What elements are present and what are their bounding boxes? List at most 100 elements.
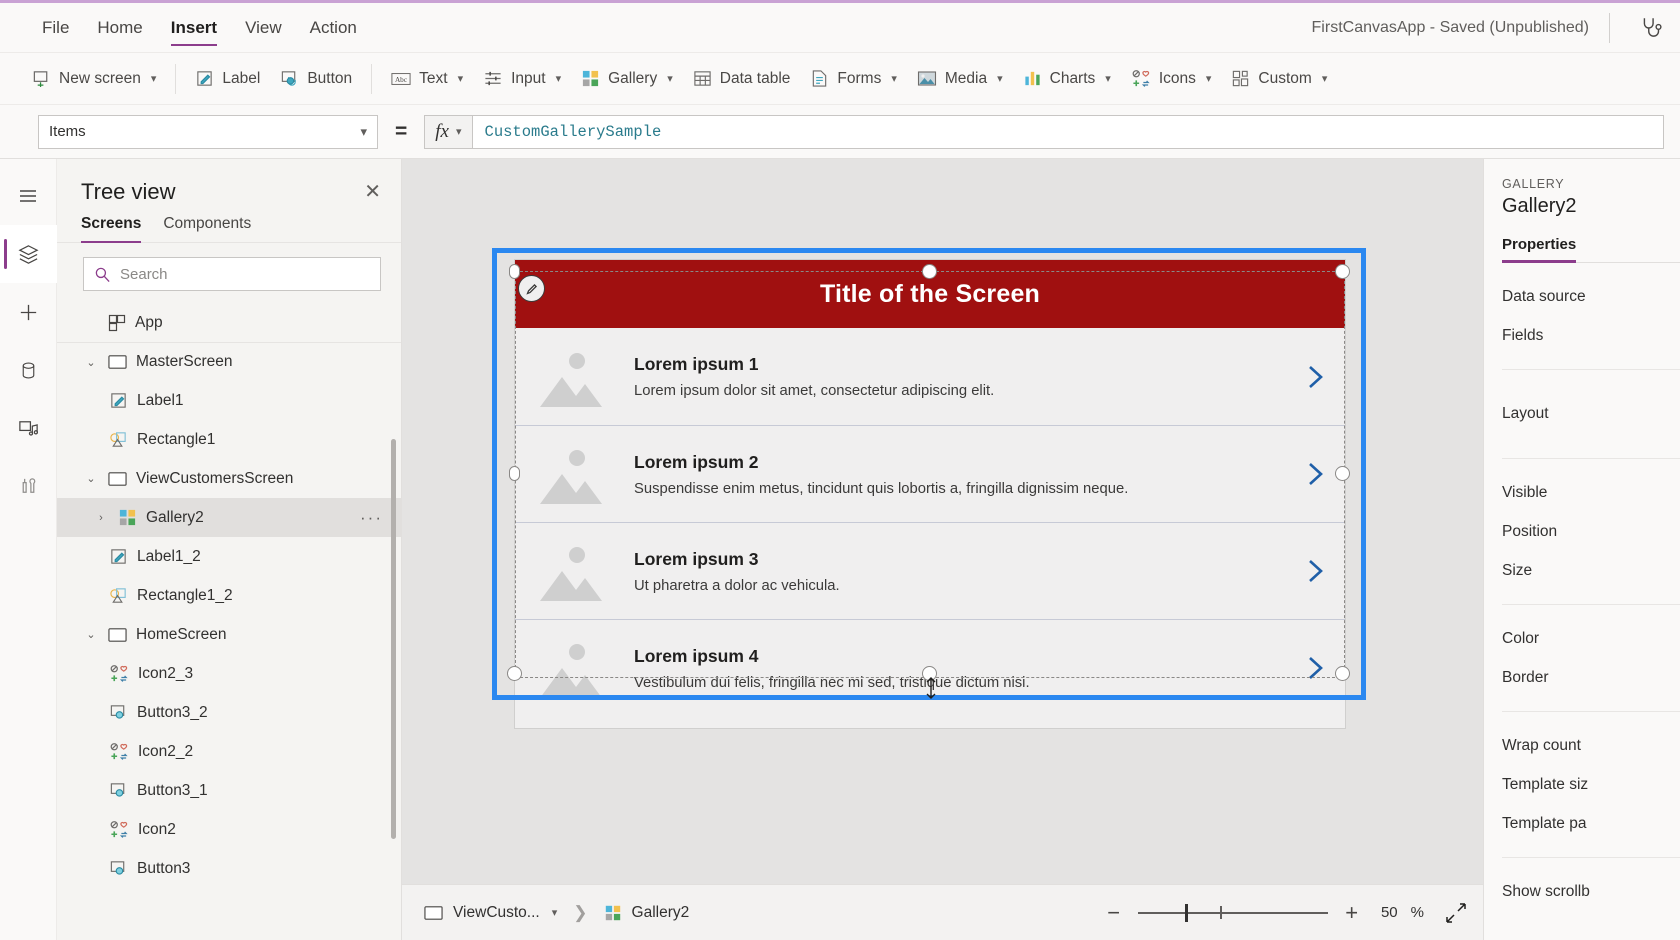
resize-handle-left-middle[interactable] [509,466,520,481]
chevron-down-icon[interactable]: ⌄ [83,356,99,369]
fx-button[interactable]: fx ▾ [424,114,472,149]
property-row-show-scrollbar[interactable]: Show scrollb [1502,872,1680,911]
zoom-in-button[interactable]: + [1341,901,1363,924]
fit-to-screen-icon[interactable] [1445,902,1467,924]
tree-item-homescreen[interactable]: ⌄ HomeScreen [57,615,401,654]
menu-item-view[interactable]: View [231,3,296,52]
tree-item-icon2[interactable]: Icon2 [57,810,401,849]
chevron-right-icon[interactable] [1287,362,1345,392]
gallery-control[interactable]: Lorem ipsum 1 Lorem ipsum dolor sit amet… [515,328,1345,716]
stethoscope-icon[interactable] [1630,6,1674,50]
breadcrumb-control[interactable]: Gallery2 [604,903,690,922]
data-cylinder-icon[interactable] [0,341,57,399]
label-icon [195,69,214,88]
input-button[interactable]: Input ▾ [473,62,571,96]
media-icon[interactable] [0,399,57,457]
data-table-icon [693,69,712,88]
advanced-tools-icon[interactable] [0,457,57,515]
property-row-color[interactable]: Color [1502,619,1680,658]
zoom-out-button[interactable]: − [1103,901,1125,924]
zoom-slider-thumb[interactable] [1184,903,1188,922]
ribbon-group-basic: Label Button [185,62,362,96]
tree-item-viewcustomersscreen[interactable]: ⌄ ViewCustomersScreen [57,459,401,498]
gallery-row-texts: Lorem ipsum 4 Vestibulum dui felis, frin… [610,646,1287,691]
tree-item-icon2-2[interactable]: Icon2_2 [57,732,401,771]
property-row-visible[interactable]: Visible [1502,473,1680,512]
property-row-template-size[interactable]: Template siz [1502,765,1680,804]
close-icon[interactable]: ✕ [364,182,381,202]
tree-item-rectangle1[interactable]: Rectangle1 [57,420,401,459]
chevron-right-icon[interactable] [1287,556,1345,586]
insert-ribbon: New screen ▾ Label Button Abc Text ▾ Inp… [0,53,1680,105]
property-row-layout[interactable]: Layout [1502,384,1680,444]
resize-handle-left-bottom[interactable] [507,666,522,681]
property-row-border[interactable]: Border [1502,658,1680,697]
charts-button[interactable]: Charts ▾ [1013,62,1121,96]
tree-item-button3-1[interactable]: Button3_1 [57,771,401,810]
gallery-button[interactable]: Gallery ▾ [571,62,683,96]
more-options-icon[interactable]: ··· [360,508,383,528]
tree-scrollbar[interactable] [391,439,396,839]
chevron-right-icon[interactable]: › [93,512,109,524]
custom-button[interactable]: Custom ▾ [1221,62,1337,96]
tree-item-gallery2[interactable]: › Gallery2 ··· [57,498,401,537]
gallery-row-title: Lorem ipsum 1 [634,354,759,374]
tab-properties[interactable]: Properties [1502,236,1577,263]
gallery-row[interactable]: Lorem ipsum 2 Suspendisse enim metus, ti… [515,425,1345,522]
properties-tabs: Properties [1502,236,1680,263]
breadcrumb-screen[interactable]: ViewCusto... ▾ [424,904,557,922]
formula-input[interactable]: CustomGallerySample [471,114,1664,149]
screen-icon [108,627,127,643]
menu-item-action[interactable]: Action [296,3,371,52]
tree-item-app[interactable]: App [57,303,401,342]
tab-screens[interactable]: Screens [81,215,142,243]
resize-handle-top-center[interactable] [922,264,937,279]
gallery-row[interactable]: Lorem ipsum 3 Ut pharetra a dolor ac veh… [515,522,1345,619]
property-row-fields[interactable]: Fields [1502,316,1680,355]
menu-item-home[interactable]: Home [83,3,156,52]
chevron-down-icon[interactable]: ▾ [552,906,558,919]
tree-view-layers-icon[interactable] [0,225,57,283]
edit-pencil-icon[interactable] [518,275,545,302]
tree-item-button3-2[interactable]: Button3_2 [57,693,401,732]
property-selector[interactable]: Items ▾ [38,114,378,149]
forms-button[interactable]: Forms ▾ [800,62,906,96]
gallery-row[interactable]: Lorem ipsum 1 Lorem ipsum dolor sit amet… [515,328,1345,425]
label-button[interactable]: Label [185,62,270,96]
chevron-down-icon[interactable]: ⌄ [83,472,99,485]
insert-plus-icon[interactable] [0,283,57,341]
property-row-position[interactable]: Position [1502,512,1680,551]
media-button[interactable]: Media ▾ [907,62,1013,96]
property-row-wrap-count[interactable]: Wrap count [1502,726,1680,765]
tree-item-label1-2[interactable]: Label1_2 [57,537,401,576]
menu-item-file[interactable]: File [28,3,83,52]
tree-item-masterscreen[interactable]: ⌄ MasterScreen [57,342,401,381]
tab-components[interactable]: Components [163,215,251,242]
tree-item-icon2-3[interactable]: Icon2_3 [57,654,401,693]
search-input[interactable]: Search [83,257,381,291]
tree-item-label1[interactable]: Label1 [57,381,401,420]
resize-handle-left-top[interactable] [509,264,520,279]
zoom-slider[interactable] [1137,903,1328,922]
hamburger-menu-icon[interactable] [0,167,57,225]
tree-item-button3[interactable]: Button3 [57,849,401,888]
icons-button[interactable]: Icons ▾ [1121,62,1222,96]
property-row-data-source[interactable]: Data source [1502,277,1680,316]
breadcrumb-control-label: Gallery2 [631,903,690,921]
property-row-size[interactable]: Size [1502,551,1680,590]
button-icon [109,859,128,878]
data-table-button[interactable]: Data table [683,62,801,96]
button-button[interactable]: Button [270,62,362,96]
tree-item-rectangle1-2[interactable]: Rectangle1_2 [57,576,401,615]
new-screen-button[interactable]: New screen ▾ [22,62,166,96]
resize-handle-right-top[interactable] [1335,264,1350,279]
property-row-template-padding[interactable]: Template pa [1502,804,1680,843]
power-apps-studio: File Home Insert View Action FirstCanvas… [0,0,1680,940]
chevron-down-icon[interactable]: ⌄ [83,628,99,641]
text-button[interactable]: Abc Text ▾ [381,62,473,96]
canvas-area[interactable]: Title of the Screen Lorem ipsum 1 Lorem … [402,159,1483,940]
menu-item-insert[interactable]: Insert [157,3,231,52]
resize-handle-right-middle[interactable] [1335,466,1350,481]
resize-handle-right-bottom[interactable] [1335,666,1350,681]
properties-control-name: Gallery2 [1502,195,1577,217]
